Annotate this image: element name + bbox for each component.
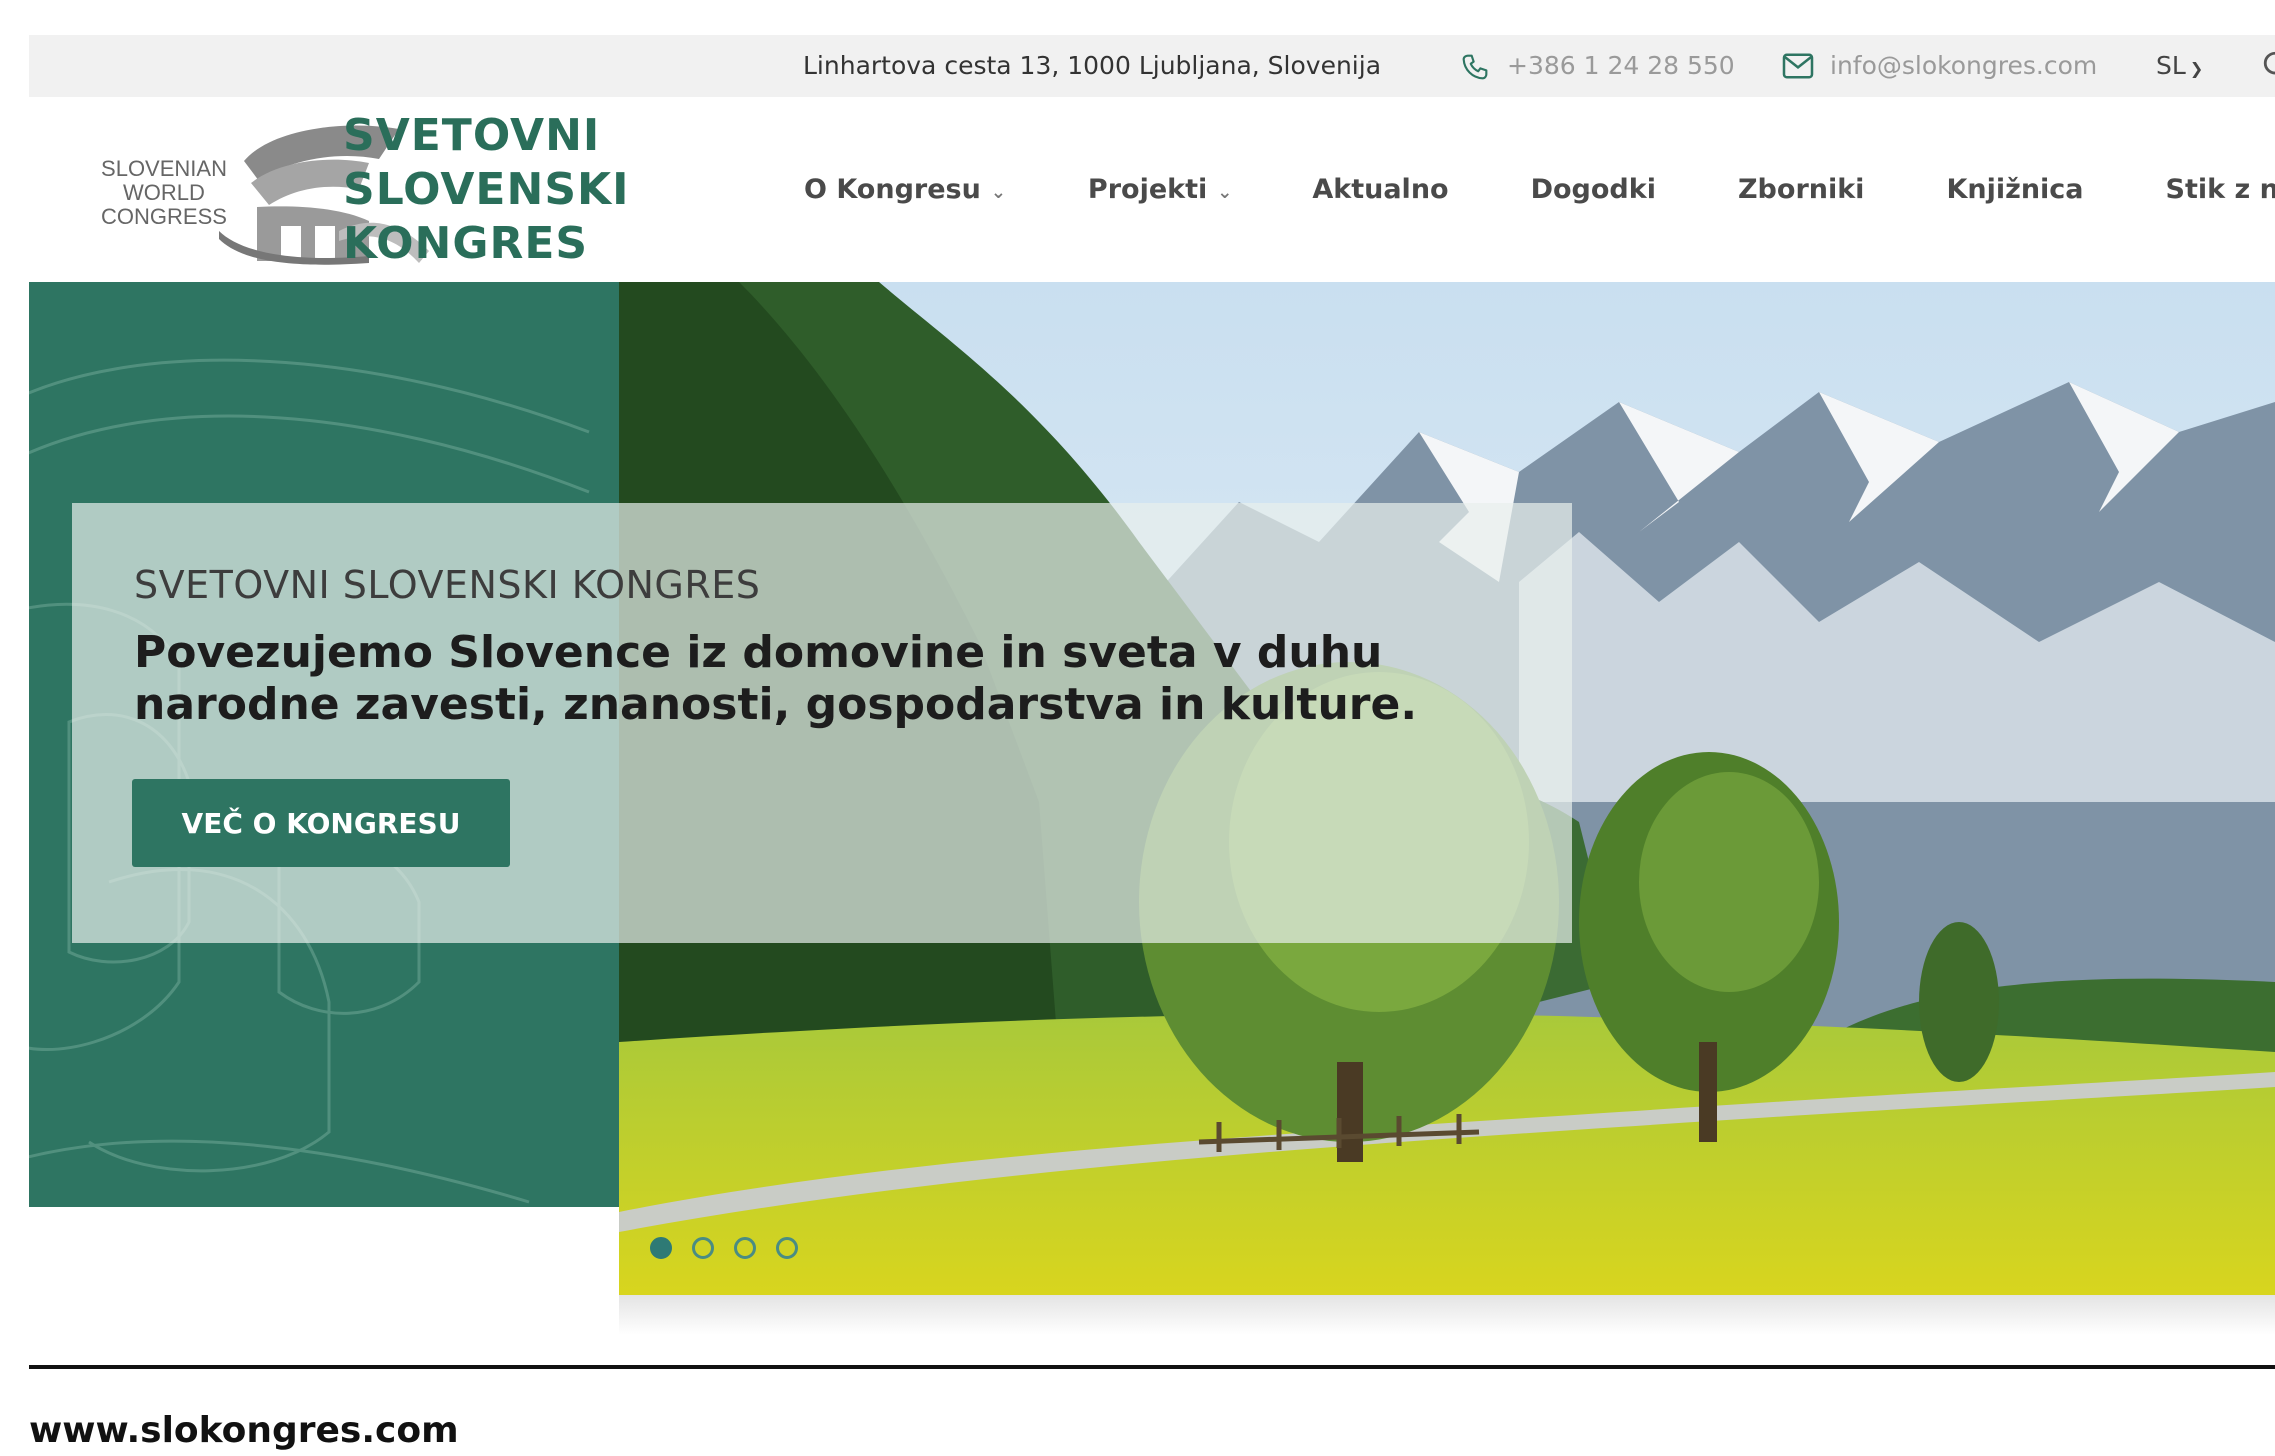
top-info-bar: Linhartova cesta 13, 1000 Ljubljana, Slo…: [29, 35, 2275, 97]
language-label: SL: [2156, 51, 2186, 80]
chevron-down-icon: ⌄: [1217, 182, 1233, 203]
hero-shadow: [619, 1295, 2275, 1335]
logo-slovene-text: SVETOVNI SLOVENSKI KONGRES: [343, 110, 630, 269]
hero-overlay-card: SVETOVNI SLOVENSKI KONGRES Povezujemo Sl…: [72, 503, 1572, 943]
site-url-caption: www.slokongres.com: [29, 1410, 459, 1451]
nav-item-o-kongresu[interactable]: O Kongresu ⌄: [804, 174, 1006, 205]
main-nav: O Kongresu ⌄ Projekti ⌄ Aktualno Dogodki Z…: [804, 97, 2275, 282]
mail-icon: [1782, 53, 1814, 79]
nav-item-stik-z-nami[interactable]: Stik z nami: [2166, 174, 2275, 205]
hero-kicker: SVETOVNI SLOVENSKI KONGRES: [134, 563, 761, 607]
address-text: Linhartova cesta 13, 1000 Ljubljana, Slo…: [803, 51, 1382, 80]
nav-item-projekti[interactable]: Projekti ⌄: [1088, 174, 1232, 205]
divider-line: [29, 1365, 2275, 1369]
nav-item-zborniki[interactable]: Zborniki: [1738, 174, 1864, 205]
nav-item-knjiznica[interactable]: Knjižnica: [1946, 174, 2083, 205]
phone-icon: [1462, 54, 1488, 80]
nav-item-aktualno[interactable]: Aktualno: [1312, 174, 1448, 205]
chevron-down-icon: ❯: [2189, 59, 2204, 78]
slider-dot-4[interactable]: [776, 1237, 798, 1259]
email-link[interactable]: info@slokongres.com: [1830, 35, 2097, 97]
phone-link[interactable]: +386 1 24 28 550: [1507, 35, 1735, 97]
slider-dot-1[interactable]: [650, 1237, 672, 1259]
chevron-down-icon: ⌄: [990, 182, 1006, 203]
slider-dot-2[interactable]: [692, 1237, 714, 1259]
slider-dot-3[interactable]: [734, 1237, 756, 1259]
language-selector[interactable]: SL ❯: [2156, 35, 2203, 97]
slider-pagination: [650, 1237, 798, 1259]
nav-item-dogodki[interactable]: Dogodki: [1531, 174, 1656, 205]
search-icon[interactable]: [2261, 49, 2275, 83]
logo-english-text: SLOVENIAN WORLD CONGRESS: [101, 156, 227, 229]
more-about-congress-button[interactable]: VEČ O KONGRESU: [132, 779, 510, 867]
site-header: SLOVENIAN WORLD CONGRESS SVETOVNI SLOVEN…: [29, 97, 2275, 282]
hero-tagline: Povezujemo Slovence iz domovine in sveta…: [134, 627, 1418, 730]
